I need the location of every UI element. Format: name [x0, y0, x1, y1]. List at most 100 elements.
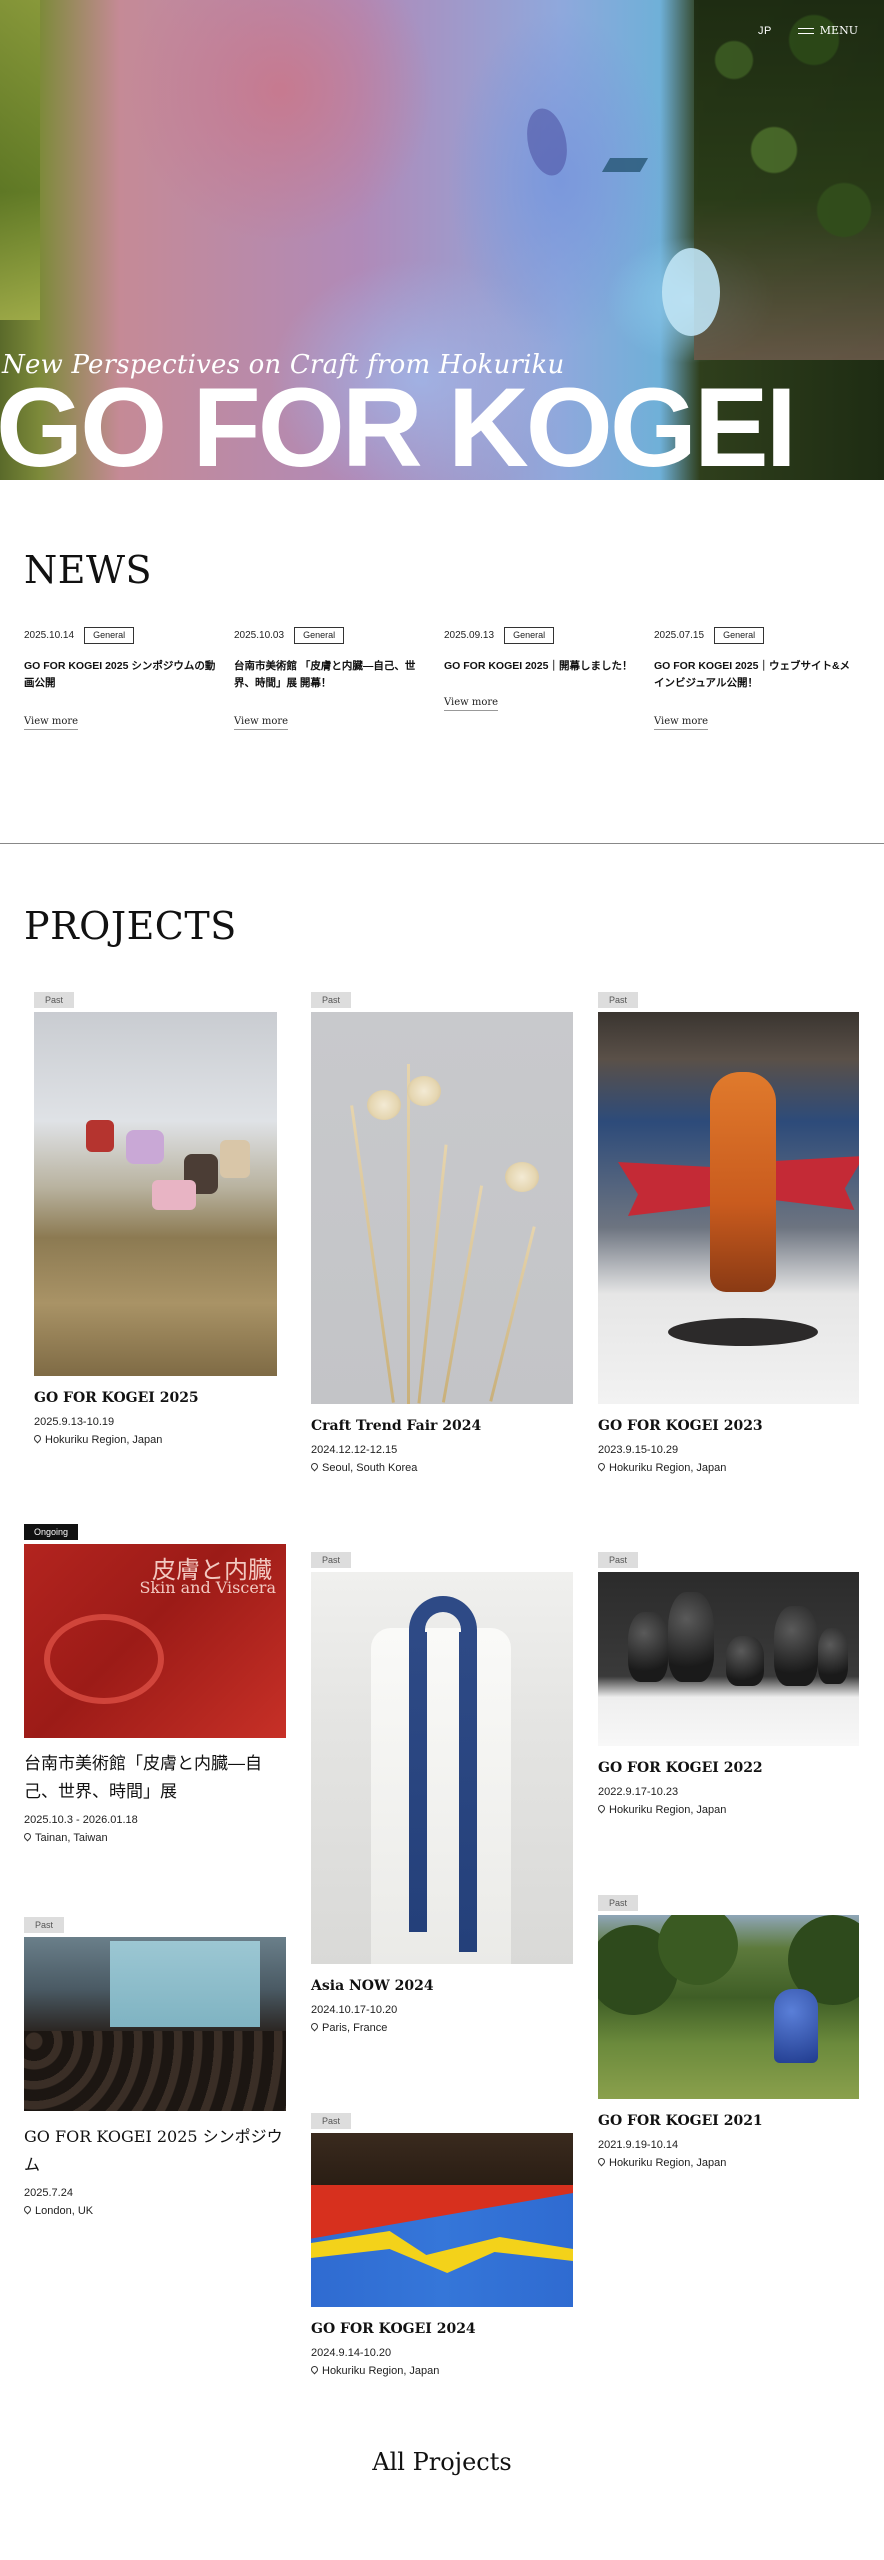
poster-title-en: Skin and Viscera: [139, 1578, 276, 1597]
project-title: GO FOR KOGEI 2024: [311, 2321, 476, 2337]
status-badge: Past: [311, 992, 352, 1008]
status-badge: Past: [598, 1552, 639, 1568]
news-headline: GO FOR KOGEI 2025｜ウェブサイト&メインビジュアル公開！: [654, 660, 851, 689]
project-location-text: Hokuriku Region, Japan: [609, 1462, 727, 1474]
project-title: GO FOR KOGEI 2022: [598, 1760, 763, 1776]
project-location-text: London, UK: [35, 2205, 94, 2217]
news-headline: GO FOR KOGEI 2025 シンポジウムの動画公開: [24, 660, 216, 689]
news-heading: NEWS: [24, 548, 153, 592]
hero-sculpture-snout: [662, 248, 720, 336]
project-card[interactable]: Past GO FOR KOGEI 2021 2021.9.19-10.14 H…: [598, 1893, 859, 2169]
news-date: 2025.07.15: [654, 629, 705, 641]
news-list: 2025.10.14 General GO FOR KOGEI 2025 シンポジ…: [24, 626, 864, 730]
hamburger-icon: [797, 27, 814, 35]
news-item[interactable]: 2025.07.15 General GO FOR KOGEI 2025｜ウェブサ…: [654, 626, 864, 730]
project-dates: 2025.10.3 - 2026.01.18: [24, 1814, 138, 1826]
header-nav: JP MENU: [758, 24, 858, 37]
menu-button[interactable]: MENU: [797, 24, 858, 37]
location-pin-icon: [598, 1463, 605, 1473]
project-card[interactable]: Past GO FOR KOGEI 2024 2024.9.14-10.20 H…: [311, 2111, 573, 2377]
hero-sculpture-mark: [601, 158, 649, 172]
project-location: Hokuriku Region, Japan: [598, 1462, 859, 1474]
news-category-tag: General: [84, 626, 135, 644]
status-badge: Ongoing: [24, 1524, 79, 1540]
news-item[interactable]: 2025.10.14 General GO FOR KOGEI 2025 シンポジ…: [24, 626, 234, 730]
project-location-text: Hokuriku Region, Japan: [609, 2157, 727, 2169]
project-location: Hokuriku Region, Japan: [598, 2157, 859, 2169]
project-card[interactable]: Past GO FOR KOGEI 2025 シンポジウム 2025.7.24 …: [24, 1915, 286, 2217]
menu-label: MENU: [819, 24, 858, 37]
view-more-link[interactable]: View more: [234, 716, 289, 730]
project-location: Seoul, South Korea: [311, 1462, 573, 1474]
project-location: Hokuriku Region, Japan: [311, 2365, 573, 2377]
news-date: 2025.10.14: [24, 629, 75, 641]
status-badge: Past: [34, 992, 75, 1008]
location-pin-icon: [311, 1463, 318, 1473]
project-card[interactable]: Past GO FOR KOGEI 2022 2022.9.17-10.23 H…: [598, 1550, 859, 1816]
project-dates: 2024.12.12-12.15: [311, 1444, 398, 1456]
project-title: GO FOR KOGEI 2025: [34, 1390, 199, 1406]
project-card[interactable]: Past GO FOR KOGEI 2025 2025.9.13-10.19 H…: [34, 990, 277, 1446]
project-location-text: Tainan, Taiwan: [35, 1832, 108, 1844]
location-pin-icon: [24, 2206, 31, 2216]
project-image: 皮膚と内臓 Skin and Viscera: [24, 1544, 286, 1738]
news-category-tag: General: [504, 626, 555, 644]
project-image: [34, 1012, 277, 1376]
news-headline: 台南市美術館 「皮膚と内臓―自己、世界、時間」展 開幕！: [234, 660, 416, 689]
location-pin-icon: [598, 1805, 605, 1815]
project-image: [598, 1012, 859, 1404]
view-more-link[interactable]: View more: [654, 716, 709, 730]
project-location-text: Seoul, South Korea: [322, 1462, 418, 1474]
project-image: [311, 1572, 573, 1964]
news-category-tag: General: [294, 626, 345, 644]
project-location-text: Hokuriku Region, Japan: [609, 1804, 727, 1816]
project-title: 台南市美術館「皮膚と内臓―自己、世界、時間」展: [24, 1754, 262, 1802]
project-image: [311, 2133, 573, 2307]
all-projects-link[interactable]: All Projects: [0, 2448, 884, 2476]
hero-foliage-left: [0, 0, 40, 320]
news-headline: GO FOR KOGEI 2025｜開幕しました！: [444, 660, 633, 672]
hero-foliage-right: [694, 0, 884, 360]
section-divider: [0, 843, 884, 844]
status-badge: Past: [598, 992, 639, 1008]
project-location-text: Paris, France: [322, 2022, 388, 2034]
projects-heading: PROJECTS: [24, 904, 237, 948]
status-badge: Past: [24, 1917, 65, 1933]
project-dates: 2021.9.19-10.14: [598, 2139, 679, 2151]
project-location-text: Hokuriku Region, Japan: [45, 1434, 163, 1446]
project-title: Craft Trend Fair 2024: [311, 1418, 482, 1434]
project-title: GO FOR KOGEI 2025 シンポジウム: [24, 2127, 283, 2174]
news-date: 2025.09.13: [444, 629, 495, 641]
project-title: GO FOR KOGEI 2023: [598, 1418, 763, 1434]
location-pin-icon: [311, 2366, 318, 2376]
language-switch-button[interactable]: JP: [758, 25, 772, 37]
project-dates: 2024.9.14-10.20: [311, 2347, 392, 2359]
location-pin-icon: [24, 1833, 31, 1843]
status-badge: Past: [598, 1895, 639, 1911]
project-location: Hokuriku Region, Japan: [34, 1434, 277, 1446]
view-more-link[interactable]: View more: [444, 697, 499, 711]
project-card[interactable]: Past GO FOR KOGEI 2023 2023.9.15-10.29 H…: [598, 990, 859, 1474]
project-dates: 2025.7.24: [24, 2187, 73, 2199]
project-card[interactable]: Past Craft Trend Fair 2024 2024.12.12-12…: [311, 990, 573, 1474]
project-title: Asia NOW 2024: [311, 1978, 434, 1994]
project-dates: 2025.9.13-10.19: [34, 1416, 115, 1428]
project-dates: 2023.9.15-10.29: [598, 1444, 679, 1456]
location-pin-icon: [598, 2158, 605, 2168]
status-badge: Past: [311, 2113, 352, 2129]
project-card[interactable]: Past Asia NOW 2024 2024.10.17-10.20 Pari…: [311, 1550, 573, 2034]
location-pin-icon: [311, 2023, 318, 2033]
news-category-tag: General: [714, 626, 765, 644]
view-more-link[interactable]: View more: [24, 716, 79, 730]
news-item[interactable]: 2025.09.13 General GO FOR KOGEI 2025｜開幕しま…: [444, 626, 654, 730]
news-item[interactable]: 2025.10.03 General 台南市美術館 「皮膚と内臓―自己、世界、時間…: [234, 626, 444, 730]
project-image: [598, 1915, 859, 2099]
project-location: London, UK: [24, 2205, 286, 2217]
status-badge: Past: [311, 1552, 352, 1568]
project-dates: 2024.10.17-10.20: [311, 2004, 398, 2016]
project-title: GO FOR KOGEI 2021: [598, 2113, 763, 2129]
project-card[interactable]: Ongoing 皮膚と内臓 Skin and Viscera 台南市美術館「皮膚…: [24, 1522, 286, 1844]
project-image: [598, 1572, 859, 1746]
project-location-text: Hokuriku Region, Japan: [322, 2365, 440, 2377]
hero: New Perspectives on Craft from Hokuriku …: [0, 0, 884, 480]
